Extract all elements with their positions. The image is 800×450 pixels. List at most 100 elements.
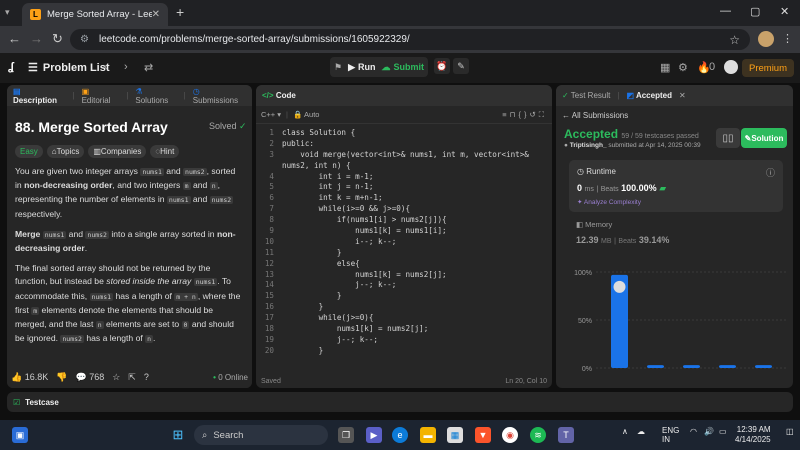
code-line[interactable]: 14 j--; k--; (256, 280, 552, 291)
taskbar-search[interactable]: ⌕ Search (194, 425, 328, 445)
runtime-card[interactable]: ◷ Runtime ⓘ 0 ms | Beats 100.00% ▰ ✦ Ana… (569, 160, 783, 212)
tab-code[interactable]: </> Code (262, 91, 296, 100)
comments-button[interactable]: 💬 768 (75, 372, 104, 383)
distribution-bar[interactable] (683, 365, 700, 368)
volume-icon[interactable]: 🔊 (704, 427, 714, 436)
code-line[interactable]: 4 int i = m-1; (256, 172, 552, 183)
forward-icon[interactable]: → (30, 31, 43, 46)
tab-test-result[interactable]: ✓ Test Result (562, 91, 610, 100)
reset-icon[interactable]: ↺ (529, 110, 538, 119)
start-windows-icon[interactable]: ⊞ (170, 427, 186, 443)
tray-chevron-icon[interactable]: ∧ (622, 427, 628, 436)
next-problem-icon[interactable]: › (124, 61, 128, 73)
minimize-icon[interactable]: — (720, 5, 731, 17)
battery-icon[interactable]: ▭ (719, 427, 727, 436)
memory-header[interactable]: ◧ Memory (576, 220, 612, 229)
code-line[interactable]: 13 nums1[k] = nums2[j]; (256, 270, 552, 281)
hint-tag[interactable]: ◌ Hint (150, 145, 180, 158)
run-button[interactable]: ▶ Run (348, 62, 375, 73)
wifi-icon[interactable]: ◠ (690, 427, 697, 436)
distribution-bar[interactable] (719, 365, 736, 368)
language-select[interactable]: C++ ▾ (261, 110, 281, 119)
file-explorer-icon[interactable]: ▬ (420, 427, 436, 443)
menu-icon[interactable]: ⋮ (782, 32, 793, 45)
code-line[interactable]: 1 class Solution { (256, 128, 552, 139)
tab-search-icon[interactable]: ▾ (5, 7, 10, 18)
cloud-icon[interactable]: ☁ (637, 427, 645, 436)
topics-tag[interactable]: ⌂ Topics (46, 145, 85, 158)
autocomplete-toggle[interactable]: 🔒 Auto (293, 110, 319, 119)
close-tab-icon[interactable]: ✕ (152, 9, 160, 20)
user-avatar[interactable] (724, 60, 738, 74)
problem-list-link[interactable]: ☰ Problem List (28, 61, 110, 75)
code-editor[interactable]: 1 class Solution {2 public: 3 void merge(ve… (256, 128, 552, 357)
code-line[interactable]: 15 } (256, 291, 552, 302)
code-line[interactable]: nums2, int n) { (256, 161, 552, 172)
runtime-distribution-chart[interactable]: 100% 50% 0% (556, 260, 793, 375)
url-field[interactable]: ⚙ leetcode.com/problems/merge-sorted-arr… (70, 29, 750, 50)
like-button[interactable]: 👍 16.8K (11, 372, 48, 383)
favorite-star-icon[interactable]: ☆ (112, 372, 120, 383)
chrome-icon[interactable]: ◉ (502, 427, 518, 443)
back-icon[interactable]: ← (8, 31, 21, 46)
code-line[interactable]: 20 } (256, 346, 552, 357)
browser-tab[interactable]: L Merge Sorted Array - LeetCode ✕ (22, 3, 168, 26)
code-line[interactable]: 8 if(nums1[i] > nums2[j]){ (256, 215, 552, 226)
tab-submissions[interactable]: ◷ Submissions (193, 87, 246, 105)
author-name[interactable]: Triptisingh_ (570, 142, 607, 149)
code-line[interactable]: 19 j--; k--; (256, 335, 552, 346)
reload-icon[interactable]: ↻ (52, 31, 63, 47)
share-icon[interactable]: ⇱ (128, 372, 136, 383)
dislike-icon[interactable]: 👎 (56, 372, 67, 383)
code-line[interactable]: 3 void merge(vector<int>& nums1, int m, … (256, 150, 552, 161)
debug-icon[interactable]: ⚑ (334, 62, 342, 73)
widgets-icon[interactable]: ▣ (12, 427, 28, 443)
companies-tag[interactable]: ▥ Companies (88, 145, 147, 158)
editorial-book-button[interactable]: ▯▯ (716, 128, 740, 148)
timer-icon[interactable]: ⏰ (434, 58, 450, 74)
tab-description[interactable]: ▤ Description (13, 87, 65, 105)
fullscreen-icon[interactable]: ⛶ (539, 110, 547, 119)
difficulty-tag[interactable]: Easy (15, 145, 43, 158)
distribution-bar[interactable] (647, 365, 664, 368)
braces-icon[interactable]: {} (518, 110, 529, 119)
code-line[interactable]: 16 } (256, 302, 552, 313)
brave-icon[interactable]: ▼ (475, 427, 491, 443)
store-icon[interactable]: ▦ (447, 427, 463, 443)
layout-icon[interactable]: ▦ (660, 61, 670, 74)
tab-accepted[interactable]: ◩ Accepted (626, 91, 672, 100)
shuffle-icon[interactable]: ⇄ (144, 61, 153, 74)
teams-work-icon[interactable]: T (558, 427, 574, 443)
teams-icon[interactable]: ▶ (366, 427, 382, 443)
edge-icon[interactable]: e (392, 427, 408, 443)
help-icon[interactable]: ? (144, 372, 149, 382)
solution-button[interactable]: ✎ Solution (741, 128, 787, 148)
task-view-icon[interactable]: ❐ (338, 427, 354, 443)
close-window-icon[interactable]: ✕ (780, 5, 789, 18)
info-icon[interactable]: ⓘ (766, 166, 775, 179)
code-line[interactable]: 9 nums1[k] = nums1[i]; (256, 226, 552, 237)
submit-button[interactable]: ☁ Submit (382, 62, 425, 73)
prev-problem-icon[interactable]: ‹ (104, 61, 108, 73)
notes-icon[interactable]: ✎ (453, 58, 469, 74)
code-line[interactable]: 2 public: (256, 139, 552, 150)
code-line[interactable]: 5 int j = n-1; (256, 182, 552, 193)
tab-editorial[interactable]: ▣ Editorial (82, 87, 120, 105)
code-line[interactable]: 10 i--; k--; (256, 237, 552, 248)
code-line[interactable]: 7 while(i>=0 && j>=0){ (256, 204, 552, 215)
notifications-icon[interactable]: ◫ (786, 427, 794, 436)
language-indicator[interactable]: ENG IN (662, 426, 679, 444)
code-line[interactable]: 17 while(j>=0){ (256, 313, 552, 324)
code-line[interactable]: 12 else{ (256, 259, 552, 270)
close-tab-icon[interactable]: ✕ (679, 91, 686, 100)
premium-button[interactable]: Premium (742, 59, 795, 77)
code-line[interactable]: 11 } (256, 248, 552, 259)
spotify-icon[interactable]: ≋ (530, 427, 546, 443)
analyze-complexity-link[interactable]: ✦ Analyze Complexity (577, 198, 641, 206)
bookmark-star-icon[interactable]: ☆ (729, 33, 740, 47)
settings-gear-icon[interactable]: ⚙ (678, 61, 688, 74)
distribution-bar[interactable] (755, 365, 772, 368)
code-line[interactable]: 6 int k = m+n-1; (256, 193, 552, 204)
format-icon[interactable]: ≡ (502, 110, 509, 119)
maximize-icon[interactable]: ▢ (750, 5, 760, 18)
